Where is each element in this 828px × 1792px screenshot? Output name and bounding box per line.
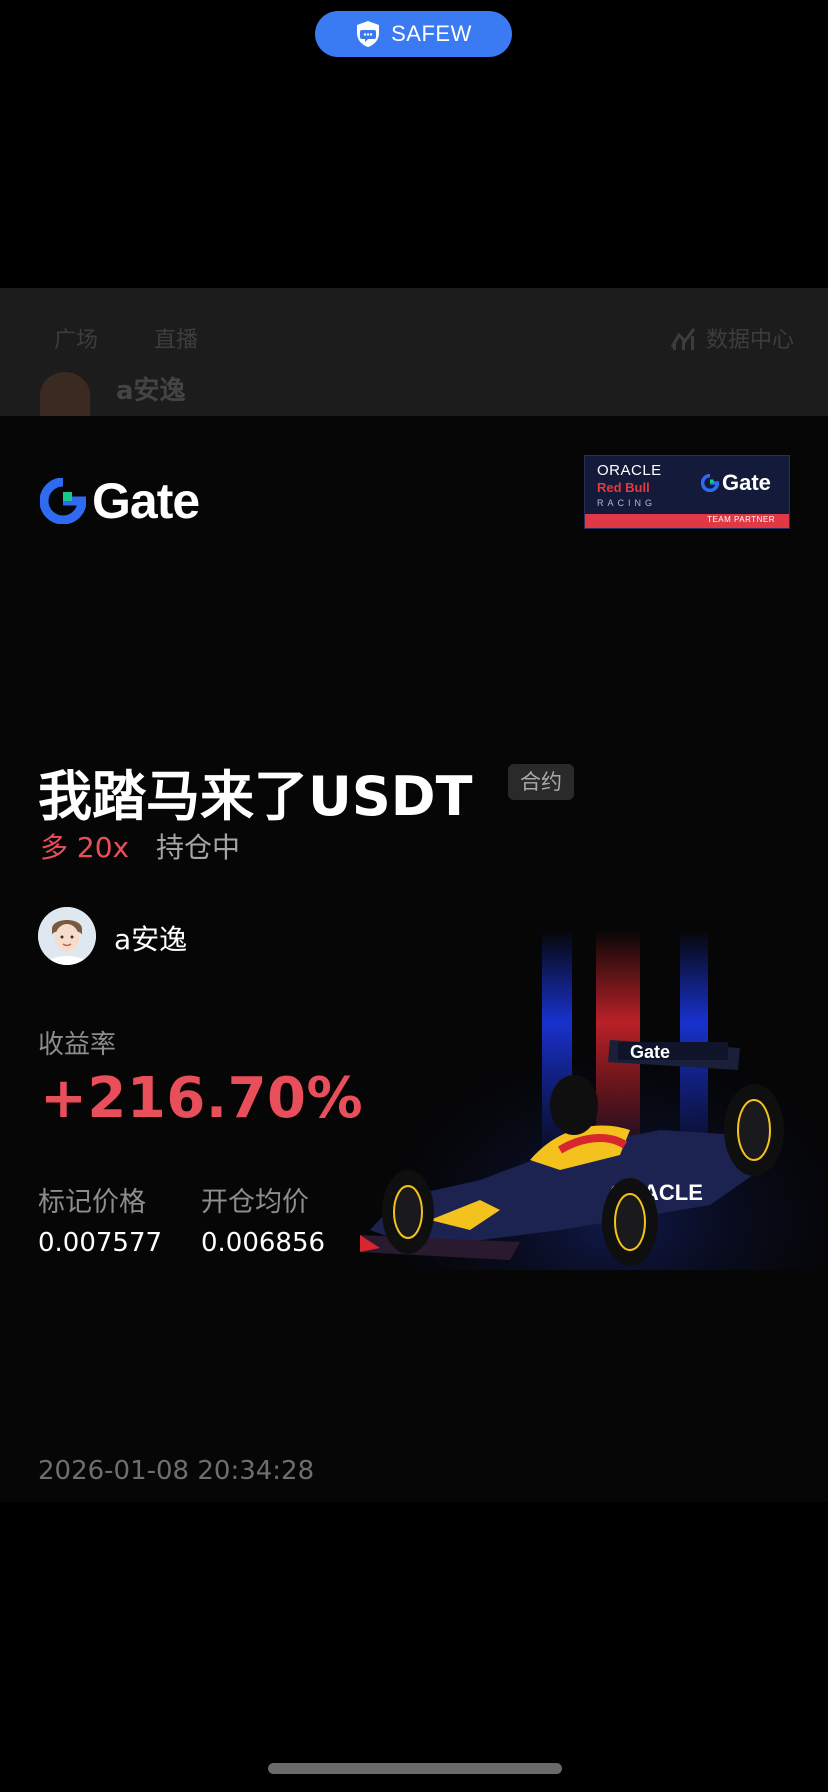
partner-gate: Gate: [701, 470, 771, 496]
home-indicator[interactable]: [268, 1763, 562, 1774]
background-author-name: a安逸: [116, 376, 186, 406]
pair-title: 我踏马来了USDT: [38, 765, 473, 828]
open-price-label: 开仓均价: [201, 1187, 309, 1218]
partner-footer: TEAM PARTNER: [707, 515, 775, 524]
redbull-partner-badge: ORACLE Red Bull RACING Gate TEAM PARTNER: [584, 455, 790, 529]
contract-type-tag: 合约: [508, 764, 574, 800]
roi-label: 收益率: [38, 1030, 117, 1060]
svg-text:Gate: Gate: [630, 1042, 670, 1062]
shield-chat-icon: [357, 21, 380, 47]
mark-price-value: 0.007577: [38, 1228, 163, 1258]
user-avatar: [38, 907, 96, 965]
partner-strip: TEAM PARTNER: [585, 514, 789, 528]
gate-logo: Gate: [40, 472, 200, 530]
partner-line-3: RACING: [597, 498, 657, 508]
partner-line-2: Red Bull: [597, 480, 650, 495]
tab-live[interactable]: 直播: [154, 322, 198, 354]
open-price-value: 0.006856: [201, 1228, 326, 1258]
f1-car-illustration: Gate ORACLE: [360, 930, 828, 1270]
gate-wordmark: Gate: [92, 473, 200, 529]
avatar-face-icon: [38, 907, 96, 965]
data-center-label: 数据中心: [705, 328, 794, 353]
timestamp: 2026-01-08 20:34:28: [38, 1456, 315, 1486]
username: a安逸: [114, 923, 188, 956]
data-center-link[interactable]: 数据中心: [670, 322, 794, 354]
gate-logo-icon: [40, 478, 86, 524]
tab-square[interactable]: 广场: [54, 322, 98, 354]
chart-icon: [670, 328, 696, 350]
partner-gate-label: Gate: [722, 470, 771, 495]
safew-badge[interactable]: SAFEW: [315, 11, 512, 57]
gate-small-icon: [701, 474, 719, 492]
background-author-avatar: [40, 372, 90, 418]
safew-label: SAFEW: [391, 21, 472, 46]
position-side: 多 20x: [40, 831, 130, 864]
mark-price-label: 标记价格: [38, 1187, 146, 1218]
partner-line-1: ORACLE: [597, 462, 662, 479]
position-status: 持仓中: [156, 831, 241, 864]
roi-value: +216.70%: [40, 1066, 364, 1131]
